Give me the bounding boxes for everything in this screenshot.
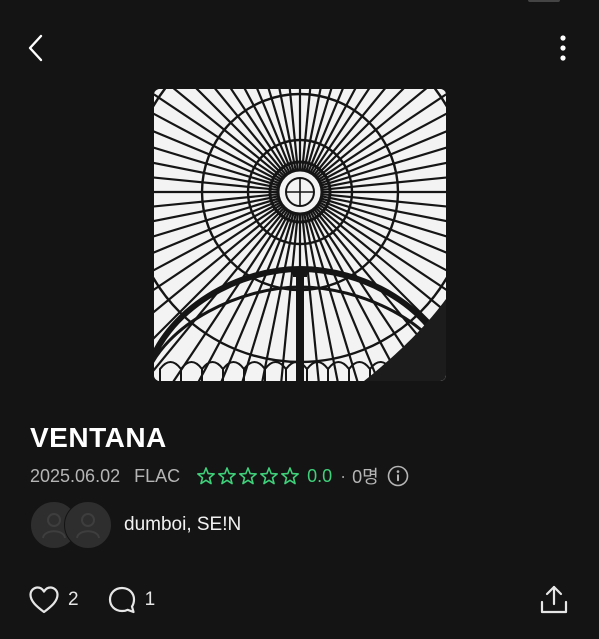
star-rating[interactable] <box>196 466 300 486</box>
artist-row[interactable]: dumboi, SE!N <box>30 500 241 550</box>
album-meta: 2025.06.02 FLAC 0.0 · 0명 <box>30 462 409 490</box>
chevron-left-icon <box>28 34 43 62</box>
share-icon <box>540 585 568 614</box>
comment-button[interactable]: 1 <box>107 585 156 615</box>
artist-names: dumboi, SE!N <box>124 514 242 535</box>
rating-value: 0.0 <box>307 465 333 486</box>
album-title: VENTANA <box>30 422 167 453</box>
share-button[interactable] <box>538 584 570 616</box>
release-date: 2025.06.02 <box>30 465 121 486</box>
person-icon <box>76 513 100 539</box>
audio-format: FLAC <box>134 465 181 486</box>
star-outline-icon <box>260 467 279 485</box>
album-cover-image <box>154 89 446 381</box>
heart-icon <box>29 586 59 614</box>
like-count: 2 <box>68 589 79 610</box>
avatar <box>64 501 112 549</box>
info-button[interactable] <box>387 465 409 487</box>
comment-count: 1 <box>144 589 156 610</box>
star-outline-icon <box>239 467 258 485</box>
like-button[interactable]: 2 <box>28 585 79 615</box>
more-vertical-icon <box>560 35 566 61</box>
action-bar: 2 1 <box>28 584 155 616</box>
separator-dot: · <box>340 465 347 486</box>
star-outline-icon <box>281 467 300 485</box>
comment-icon <box>108 586 135 614</box>
top-bar <box>0 0 599 95</box>
star-outline-icon <box>197 467 216 485</box>
info-icon <box>387 465 409 487</box>
star-outline-icon <box>218 467 237 485</box>
back-button[interactable] <box>22 30 52 66</box>
rater-count: 0명 <box>352 467 379 487</box>
album-cover <box>154 89 446 381</box>
more-options-button[interactable] <box>548 30 578 66</box>
